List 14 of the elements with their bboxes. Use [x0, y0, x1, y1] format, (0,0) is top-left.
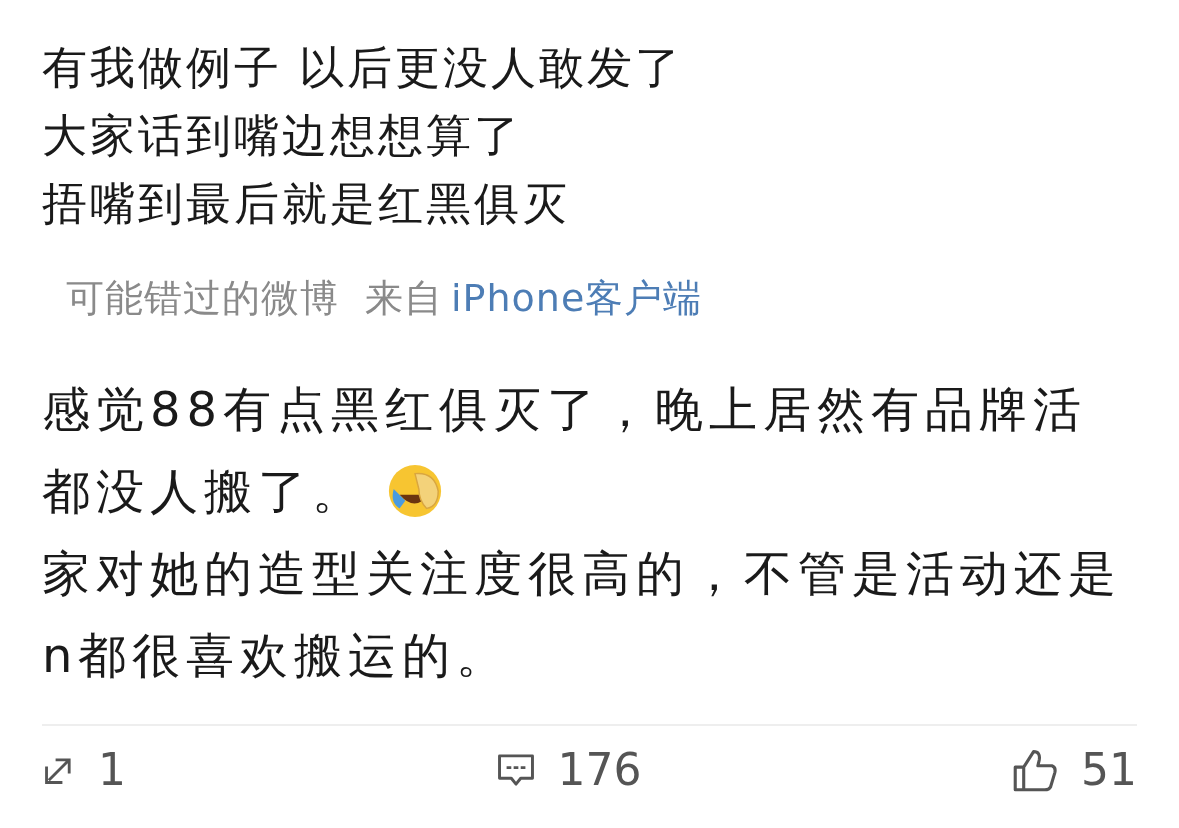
comment-icon [495, 752, 536, 788]
like-button[interactable]: 51 [1011, 742, 1137, 798]
client-link[interactable]: iPhone客户端 [451, 268, 703, 328]
repost-text-line: 感觉88有点黑红俱灭了，晚上居然有品牌活 [42, 380, 1088, 439]
repost-button[interactable]: 1 [42, 742, 126, 798]
repost-text-line: 家对她的造型关注度很高的，不管是活动还是 [42, 544, 1122, 603]
post-text-line: 有我做例子 以后更没人敢发了 [42, 40, 684, 96]
repost-text-line: 都没人搬了。 [42, 462, 366, 521]
repost-text-line: n都很喜欢搬运的。 [42, 626, 511, 685]
comment-button[interactable]: 176 [495, 742, 642, 798]
post-text-line: 大家话到嘴边想想算了 [42, 108, 522, 164]
source-from-label: 来自 [365, 275, 443, 322]
source-label: 可能错过的微博 [66, 275, 339, 322]
post-text-line: 捂嘴到最后就是红黑俱灭 [42, 176, 570, 232]
